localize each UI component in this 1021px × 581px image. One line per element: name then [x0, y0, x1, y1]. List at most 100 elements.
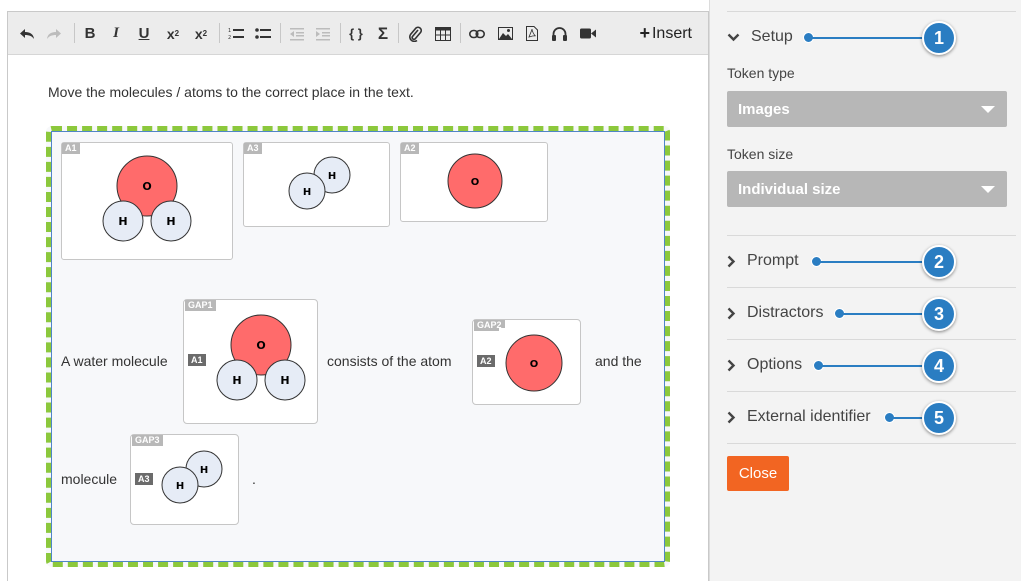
table-icon[interactable]: [432, 12, 454, 55]
section-prompt[interactable]: Prompt: [727, 252, 799, 270]
svg-text:O: O: [530, 359, 539, 370]
section-title: Setup: [751, 28, 793, 45]
settings-panel: Setup Token type Images Token size Indiv…: [709, 0, 1021, 581]
token-tag: A3: [244, 143, 262, 154]
hydrogen-molecule-image: H H: [288, 156, 351, 210]
svg-text:H: H: [303, 187, 311, 198]
sigma-icon[interactable]: Σ: [372, 12, 394, 55]
token-a1[interactable]: A1 O H H: [61, 142, 233, 260]
gap-tag: GAP1: [185, 300, 216, 311]
callout-line: [820, 261, 924, 263]
undo-icon[interactable]: [16, 12, 38, 55]
video-icon[interactable]: [577, 12, 599, 55]
link-icon[interactable]: [466, 12, 488, 55]
svg-text:H: H: [200, 465, 208, 476]
section-external-identifier[interactable]: External identifier: [727, 408, 871, 426]
svg-text:H: H: [232, 374, 241, 387]
bold-icon[interactable]: B: [80, 12, 100, 55]
outdent-icon[interactable]: [286, 12, 308, 55]
token-size-select[interactable]: Individual size: [727, 171, 1007, 207]
svg-text:2: 2: [228, 35, 231, 41]
callout-badge-4: 4: [922, 349, 956, 383]
redo-icon[interactable]: [43, 12, 65, 55]
close-button[interactable]: Close: [727, 456, 789, 491]
token-type-select[interactable]: Images: [727, 91, 1007, 127]
sentence-part-2: consists of the atom: [327, 353, 452, 369]
svg-text:H: H: [328, 171, 336, 182]
placed-token-tag: A3: [135, 473, 153, 485]
token-size-value: Individual size: [738, 180, 841, 198]
oxygen-atom-image: O: [447, 153, 503, 209]
chevron-right-icon: [727, 255, 747, 268]
callout-badge-1: 1: [922, 21, 956, 55]
chevron-right-icon: [727, 359, 747, 372]
pdf-icon[interactable]: [521, 12, 543, 55]
subscript-icon[interactable]: x2: [162, 12, 184, 55]
sentence-part-4: molecule: [61, 471, 118, 487]
underline-icon[interactable]: U: [134, 12, 154, 55]
placed-token-tag: A1: [188, 354, 206, 366]
callout-badge-2: 2: [922, 245, 956, 279]
callout-line: [893, 417, 924, 419]
chevron-down-icon: [727, 33, 747, 42]
sentence-part-3: and the: [595, 353, 642, 369]
section-options[interactable]: Options: [727, 356, 802, 374]
callout-badge-5: 5: [922, 401, 956, 435]
token-tag: A1: [62, 143, 80, 154]
svg-text:1: 1: [228, 28, 231, 34]
chevron-right-icon: [727, 411, 747, 424]
gap-2[interactable]: GAP2 A2 O: [472, 319, 581, 405]
italic-icon[interactable]: I: [106, 12, 126, 55]
prompt-text: Move the molecules / atoms to the correc…: [48, 84, 414, 100]
svg-text:O: O: [471, 177, 480, 188]
image-icon[interactable]: [494, 12, 516, 55]
token-tag: A2: [401, 143, 419, 154]
token-size-label: Token size: [727, 146, 794, 162]
gap-tag: GAP3: [132, 435, 163, 446]
section-title: Distractors: [747, 304, 824, 321]
ordered-list-icon[interactable]: 12: [225, 12, 247, 55]
section-title: Options: [747, 356, 803, 373]
oxygen-atom-image: O: [505, 334, 563, 392]
svg-text:H: H: [280, 374, 289, 387]
callout-line: [843, 313, 924, 315]
sentence-part-5: .: [252, 471, 256, 487]
placed-token-tag: A2: [477, 355, 495, 367]
editor-toolbar: B I U x2 x2 12 { } Σ + Insert: [8, 12, 708, 55]
water-molecule-image: O H H: [216, 314, 306, 401]
attachment-icon[interactable]: [404, 12, 426, 55]
svg-text:O: O: [142, 180, 151, 193]
superscript-icon[interactable]: x2: [190, 12, 212, 55]
gap-3[interactable]: GAP3 A3 H H: [130, 434, 239, 525]
token-type-label: Token type: [727, 65, 795, 81]
chevron-down-icon: [981, 106, 995, 113]
token-a2[interactable]: A2 O: [400, 142, 548, 222]
insert-label: Insert: [651, 24, 692, 42]
gap-1[interactable]: GAP1 A1 O H H: [183, 299, 318, 424]
water-molecule-image: O H H: [102, 155, 192, 242]
svg-text:H: H: [176, 481, 184, 492]
svg-text:H: H: [118, 215, 127, 228]
sentence-part-1: A water molecule: [61, 353, 168, 369]
section-setup[interactable]: Setup: [727, 28, 793, 46]
unordered-list-icon[interactable]: [252, 12, 274, 55]
callout-line: [812, 37, 924, 39]
callout-line: [822, 365, 924, 367]
section-title: External identifier: [747, 408, 871, 425]
token-a3[interactable]: A3 H H: [243, 142, 390, 227]
section-title: Prompt: [747, 252, 799, 269]
code-icon[interactable]: { }: [345, 12, 367, 55]
rich-text-editor: B I U x2 x2 12 { } Σ + Insert Move the m…: [7, 11, 709, 581]
chevron-right-icon: [727, 307, 747, 320]
drop-zone: A1 O H H A3 H H A2 O A water molecule GA…: [46, 126, 670, 567]
audio-icon[interactable]: [548, 12, 570, 55]
hydrogen-molecule-image: H H: [161, 450, 223, 504]
chevron-down-icon: [981, 186, 995, 193]
svg-text:O: O: [256, 339, 265, 352]
indent-icon[interactable]: [312, 12, 334, 55]
svg-text:H: H: [166, 215, 175, 228]
insert-button[interactable]: + Insert: [639, 12, 692, 55]
plus-icon: +: [639, 23, 650, 43]
section-distractors[interactable]: Distractors: [727, 304, 823, 322]
token-type-value: Images: [738, 100, 790, 118]
